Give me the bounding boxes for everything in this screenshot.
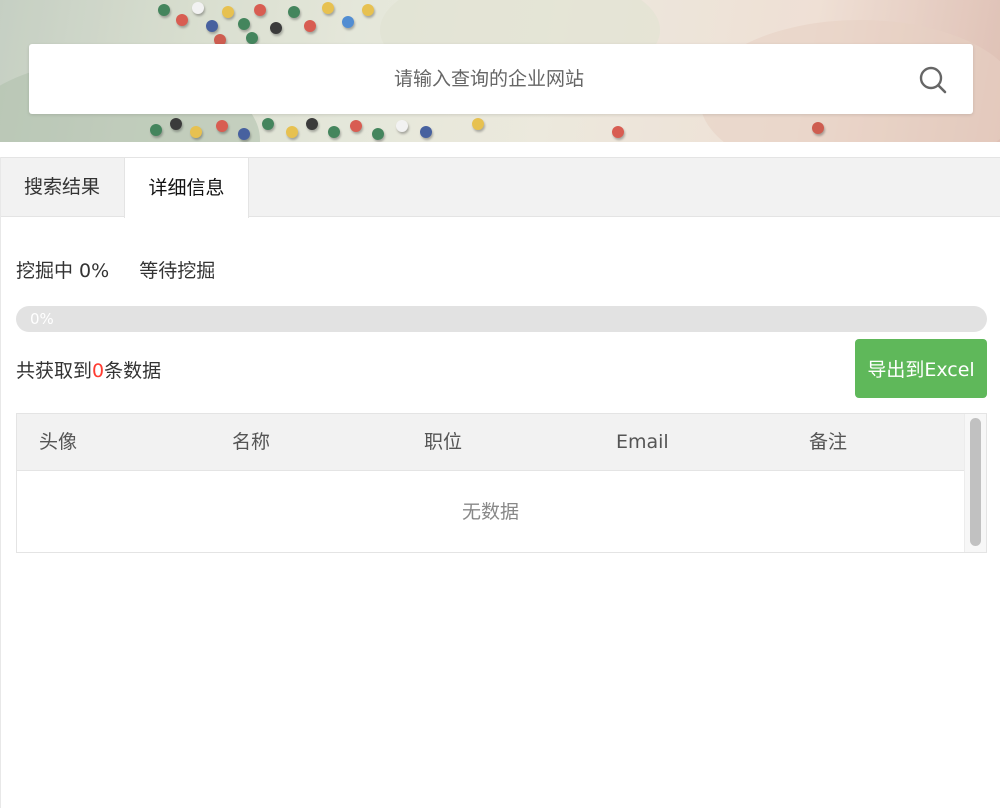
scrollbar-thumb[interactable] bbox=[970, 418, 981, 546]
column-header-avatar[interactable]: 头像 bbox=[39, 414, 77, 471]
search-box bbox=[29, 44, 973, 114]
progress-label: 0% bbox=[30, 310, 54, 328]
result-count-suffix: 条数据 bbox=[104, 360, 162, 382]
table-header: 头像 名称 职位 Email 备注 bbox=[17, 414, 964, 471]
tab-bar: 搜索结果 详细信息 bbox=[0, 157, 1000, 218]
result-count-prefix: 共获取到 bbox=[16, 360, 93, 382]
mining-status: 挖掘中 0% 等待挖掘 bbox=[16, 256, 215, 283]
tab-details[interactable]: 详细信息 bbox=[124, 157, 249, 218]
column-header-position[interactable]: 职位 bbox=[424, 414, 462, 471]
header-banner bbox=[0, 0, 1000, 142]
progress-bar: 0% bbox=[16, 306, 987, 332]
search-icon bbox=[919, 66, 947, 94]
column-header-email[interactable]: Email bbox=[616, 414, 669, 471]
data-table: 头像 名称 职位 Email 备注 无数据 bbox=[16, 413, 987, 553]
column-header-note[interactable]: 备注 bbox=[809, 414, 847, 471]
result-count: 共获取到0条数据 bbox=[16, 356, 161, 383]
search-input[interactable] bbox=[89, 44, 889, 114]
column-header-name[interactable]: 名称 bbox=[232, 414, 270, 471]
content-left-border bbox=[0, 157, 1, 808]
table-empty-message: 无数据 bbox=[461, 501, 519, 523]
mining-progress-text: 挖掘中 0% bbox=[16, 260, 110, 282]
export-excel-button[interactable]: 导出到Excel bbox=[855, 339, 987, 398]
tab-search-results[interactable]: 搜索结果 bbox=[0, 157, 124, 218]
waiting-status-text: 等待挖掘 bbox=[139, 260, 216, 282]
search-button[interactable] bbox=[917, 64, 949, 96]
table-scrollbar[interactable] bbox=[964, 414, 986, 552]
result-count-number: 0 bbox=[92, 360, 105, 382]
